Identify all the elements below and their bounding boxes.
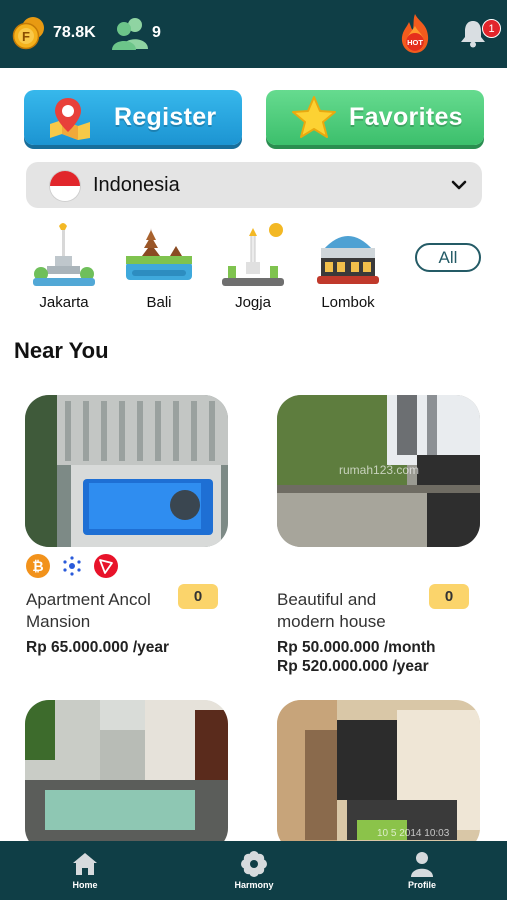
nav-home-label: Home — [72, 880, 98, 890]
profile-icon — [411, 852, 433, 877]
coin-balance: 78.8K — [53, 24, 96, 41]
bali-temple-icon — [126, 228, 192, 280]
hot-label: HOT — [407, 38, 423, 47]
indonesia-flag-icon — [50, 171, 80, 201]
property-name[interactable]: Apartment Ancol Mansion — [26, 589, 176, 633]
property-photo[interactable] — [25, 700, 228, 852]
svg-text:₿: ₿ — [32, 558, 43, 574]
nav-harmony[interactable]: Harmony — [209, 841, 299, 900]
property-price: Rp 50.000.000 /month — [277, 639, 436, 656]
nav-profile[interactable]: Profile — [377, 841, 467, 900]
property-price: Rp 65.000.000 /year — [26, 639, 170, 656]
all-cities-button[interactable]: All — [415, 243, 481, 272]
nav-harmony-label: Harmony — [234, 880, 274, 890]
top-bar: F 78.8K 9 HOT 1 — [0, 0, 507, 68]
notification-badge: 1 — [482, 19, 501, 38]
property-count-badge: 0 — [429, 584, 469, 609]
city-bali[interactable]: Bali — [114, 222, 204, 314]
city-lombok[interactable]: Lombok — [303, 222, 393, 314]
property-photo[interactable]: rumah123.com — [277, 395, 480, 547]
bitcoin-icon: ₿ — [26, 554, 50, 578]
jakarta-monument-icon — [33, 223, 95, 286]
city-jakarta[interactable]: Jakarta — [19, 222, 109, 314]
city-jogja[interactable]: Jogja — [208, 222, 298, 314]
jogja-monument-icon — [222, 223, 284, 286]
home-icon — [73, 853, 97, 875]
city-label: Jogja — [235, 294, 271, 311]
property-name[interactable]: Beautiful and modern house — [277, 589, 427, 633]
coin-icon[interactable]: F — [12, 16, 46, 50]
section-title: Near You — [14, 338, 109, 363]
property-image — [25, 395, 228, 547]
register-button[interactable]: Register — [24, 90, 242, 145]
country-select[interactable]: Indonesia — [26, 162, 482, 208]
harmony-flower-icon — [241, 851, 267, 877]
friends-icon[interactable] — [112, 16, 148, 50]
chevron-down-icon — [451, 180, 467, 190]
property-photo[interactable] — [25, 395, 228, 547]
star-icon — [292, 96, 336, 138]
property-image — [25, 700, 228, 852]
city-label: Lombok — [321, 294, 375, 311]
favorites-button[interactable]: Favorites — [266, 90, 484, 145]
country-value: Indonesia — [93, 174, 180, 196]
lombok-building-icon — [317, 236, 379, 284]
property-watermark: rumah123.com — [339, 463, 420, 477]
hot-fire-icon[interactable]: HOT — [397, 12, 433, 54]
cardano-icon — [60, 554, 84, 578]
property-price: Rp 520.000.000 /year — [277, 658, 429, 675]
coin-letter: F — [22, 29, 30, 44]
city-label: Jakarta — [39, 294, 89, 311]
nav-profile-label: Profile — [407, 880, 436, 890]
favorites-label: Favorites — [349, 103, 463, 131]
bottom-nav: Home Harmony Profile — [0, 841, 507, 900]
map-pin-icon — [50, 98, 90, 140]
property-count-badge: 0 — [178, 584, 218, 609]
tron-icon — [94, 554, 118, 578]
nav-home[interactable]: Home — [40, 841, 130, 900]
property-photo[interactable]: 10 5 2014 10:03 — [277, 700, 480, 852]
property-watermark: 10 5 2014 10:03 — [377, 828, 450, 839]
city-label: Bali — [146, 294, 172, 311]
friends-count: 9 — [152, 24, 161, 41]
register-label: Register — [114, 103, 217, 131]
